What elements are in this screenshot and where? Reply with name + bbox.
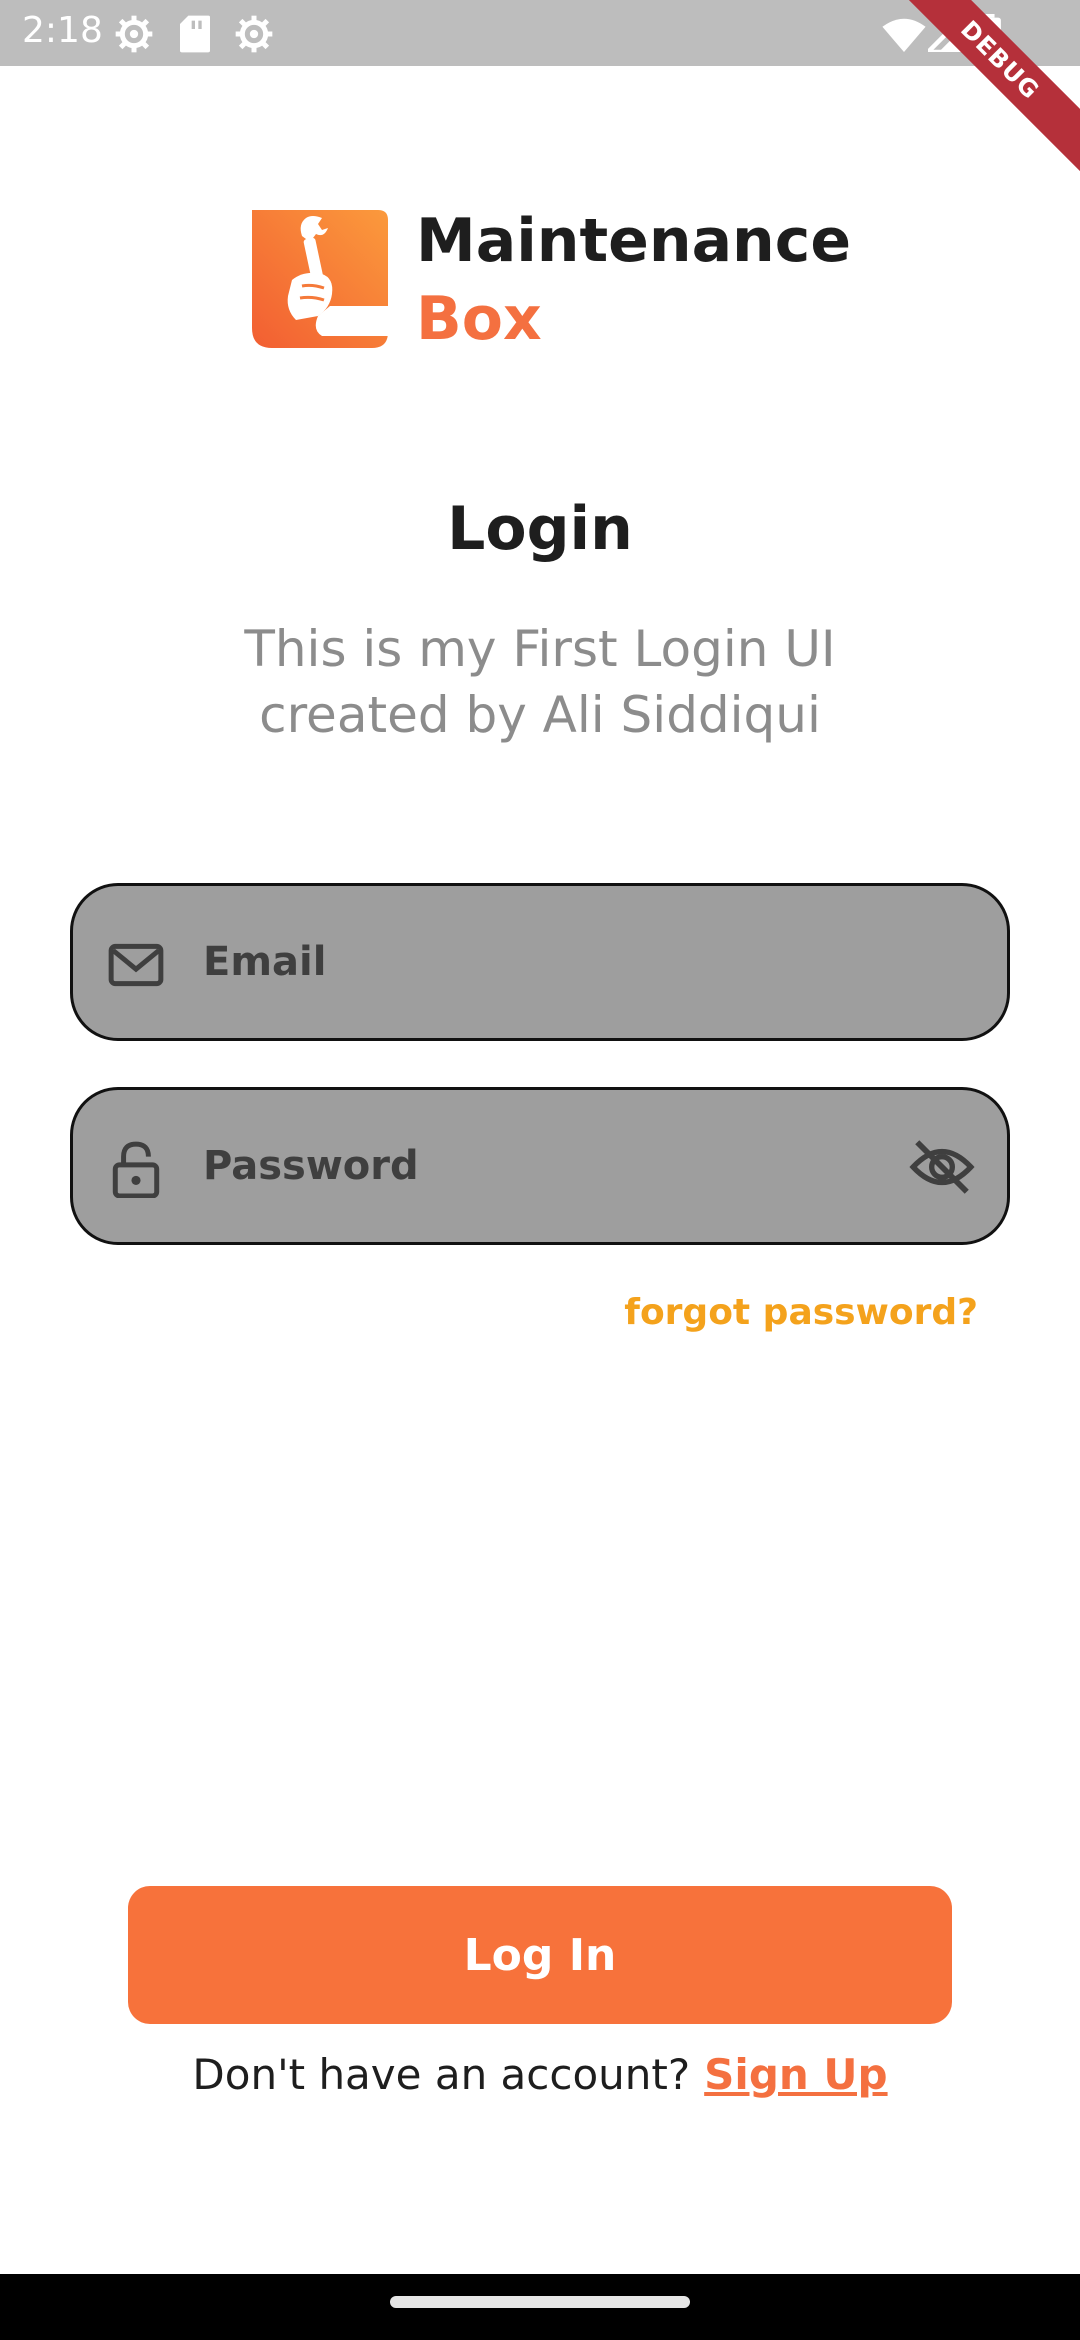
wrench-hand-icon — [252, 210, 388, 348]
app-name: Maintenance — [416, 206, 852, 276]
eye-off-icon[interactable] — [909, 1136, 975, 1198]
settings-gear-icon — [235, 15, 273, 53]
system-nav-bar — [0, 2274, 1080, 2340]
forgot-password-link[interactable]: forgot password? — [624, 1292, 978, 1333]
password-field[interactable] — [70, 1087, 1010, 1245]
sd-card-icon — [180, 15, 210, 53]
page-subtitle: This is my First Login UI created by Ali… — [244, 620, 836, 744]
app-name-accent: Box — [416, 284, 542, 354]
settings-gear-icon — [115, 15, 153, 53]
home-gesture-handle[interactable] — [390, 2296, 690, 2308]
no-account-text: Don't have an account? — [192, 2050, 691, 2099]
status-time: 2:18 — [22, 10, 103, 51]
signup-link[interactable]: Sign Up — [704, 2050, 887, 2099]
email-field[interactable] — [70, 883, 1010, 1041]
wifi-icon — [882, 18, 926, 52]
login-button[interactable]: Log In — [128, 1886, 952, 2024]
lock-icon — [112, 1141, 160, 1198]
page-title: Login — [447, 494, 633, 564]
mail-icon — [108, 943, 164, 987]
login-screen: 2:18 DEBUG Maintenance Box Login This is… — [0, 0, 1080, 2340]
email-input[interactable] — [203, 886, 843, 1038]
signup-row: Don't have an account? Sign Up — [0, 2050, 1080, 2099]
status-bar: 2:18 DEBUG — [0, 0, 1080, 182]
password-input[interactable] — [203, 1090, 843, 1242]
